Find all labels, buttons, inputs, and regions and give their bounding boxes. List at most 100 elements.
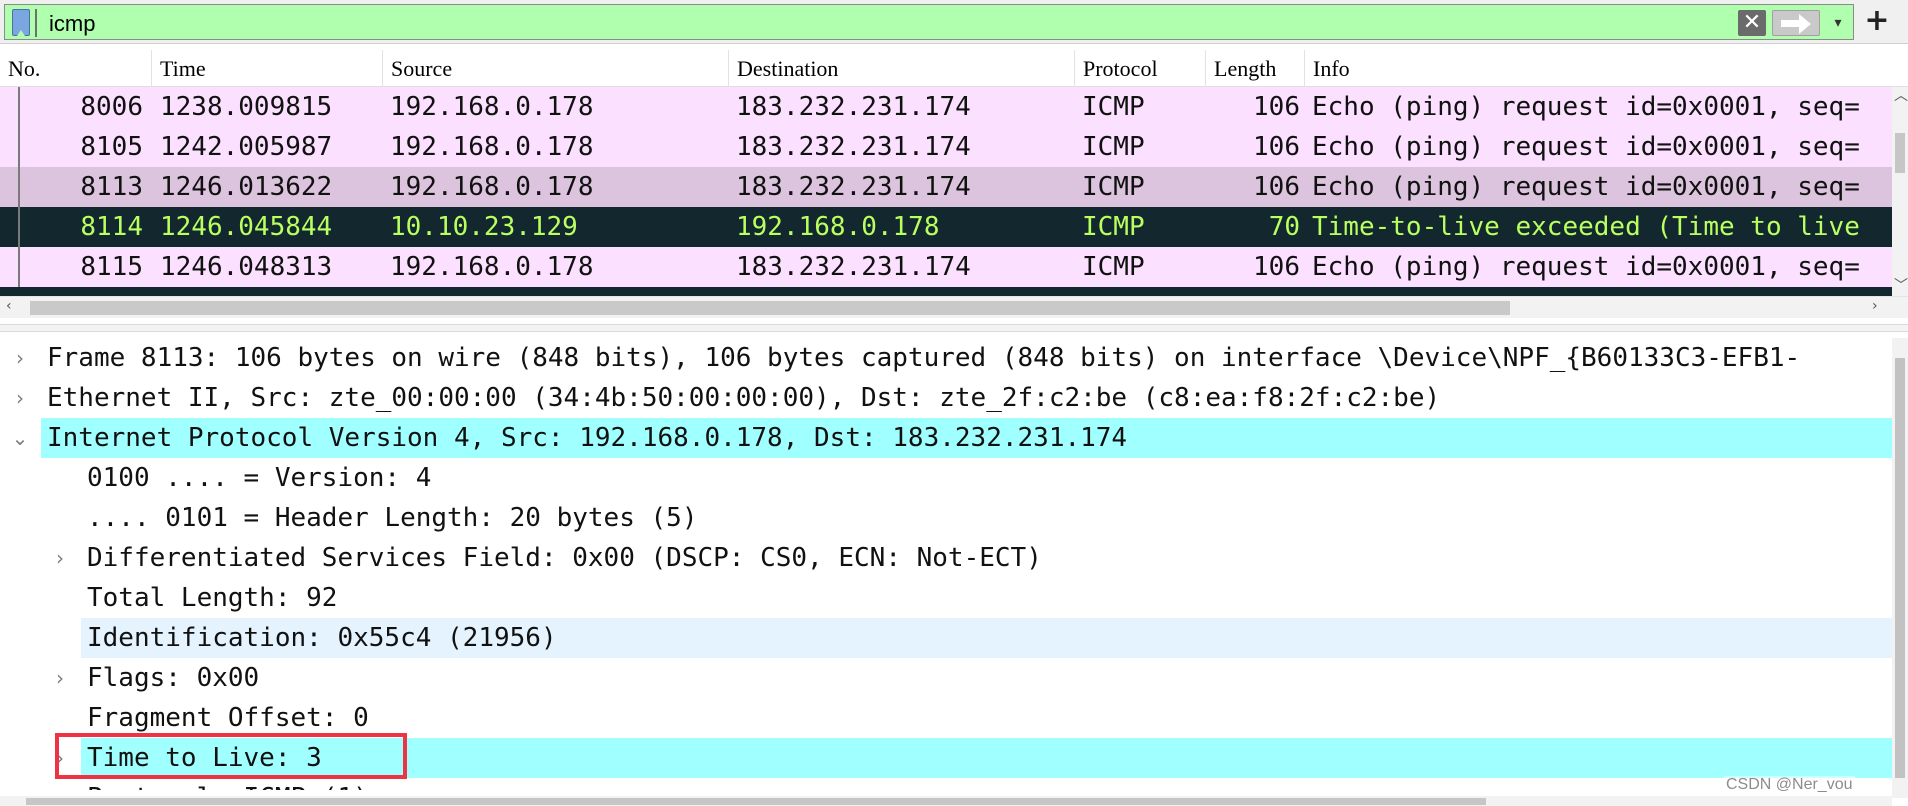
packet-row[interactable]: 8006 1238.009815 192.168.0.178 183.232.231.… [0, 87, 1892, 127]
packet-list-rows: 8006 1238.009815 192.168.0.178 183.232.231.… [0, 87, 1892, 293]
cell-no: 8114 [80, 212, 143, 242]
detail-tree-item[interactable]: Identification: 0x55c4 (21956) [0, 618, 1892, 658]
packet-row[interactable]: 8113 1246.013622 192.168.0.178 183.232.231.… [0, 167, 1892, 207]
clear-filter-icon[interactable]: ✕ [1738, 10, 1766, 36]
scroll-right-arrow-icon[interactable]: › [1872, 298, 1878, 314]
detail-text: Identification: 0x55c4 (21956) [87, 623, 557, 653]
detail-text: Total Length: 92 [87, 583, 338, 613]
filter-separator [35, 9, 37, 37]
cell-time: 1238.009815 [160, 92, 333, 122]
packet-list-horizontal-scrollbar[interactable]: ‹ › [0, 296, 1908, 318]
cell-source: 192.168.0.178 [390, 252, 594, 282]
cell-length: 106 [1253, 172, 1300, 202]
chevron-right-icon[interactable]: › [50, 538, 70, 578]
column-header-source[interactable]: Source [383, 50, 729, 87]
scroll-left-arrow-icon[interactable]: ‹ [6, 298, 12, 314]
cell-time: 1242.005987 [160, 132, 333, 162]
cell-destination: 183.232.231.174 [736, 252, 971, 282]
bookmark-icon[interactable] [12, 9, 30, 36]
scrollbar-thumb[interactable] [1895, 133, 1905, 173]
cell-destination: 192.168.0.178 [736, 212, 940, 242]
cell-length: 70 [1268, 212, 1300, 242]
packet-row[interactable]: 8115 1246.048313 192.168.0.178 183.232.231.… [0, 247, 1892, 287]
cell-length: 106 [1253, 92, 1300, 122]
watermark: CSDN @Ner_vou [1724, 776, 1855, 794]
cell-info: Echo (ping) request id=0x0001, seq= [1312, 252, 1860, 282]
cell-protocol: ICMP [1082, 252, 1145, 282]
detail-row-highlight [81, 738, 1892, 778]
packet-details-vertical-scrollbar[interactable] [1892, 338, 1908, 798]
pane-splitter[interactable] [0, 324, 1908, 332]
detail-tree-item[interactable]: .... 0101 = Header Length: 20 bytes (5) [0, 498, 1892, 538]
packet-list-vertical-scrollbar[interactable]: ︿ ﹀ [1892, 87, 1908, 296]
detail-tree-item[interactable]: 0100 .... = Version: 4 [0, 458, 1892, 498]
detail-tree-item[interactable]: Total Length: 92 [0, 578, 1892, 618]
column-header-time[interactable]: Time [152, 50, 383, 87]
display-filter-input[interactable]: icmp [49, 11, 95, 37]
detail-tree-item[interactable]: › Time to Live: 3 [0, 738, 1892, 778]
cell-source: 10.10.23.129 [390, 212, 578, 242]
detail-tree-item[interactable]: Protocol: ICMP (1) [0, 778, 1892, 790]
chevron-right-icon[interactable]: › [10, 378, 30, 418]
cell-time: 1246.048313 [160, 252, 333, 282]
scroll-down-arrow-icon[interactable]: ﹀ [1894, 275, 1908, 295]
chevron-down-icon[interactable]: ⌄ [10, 418, 30, 458]
cell-protocol: ICMP [1082, 212, 1145, 242]
cell-time: 1246.013622 [160, 172, 333, 202]
detail-tree-item[interactable]: › Ethernet II, Src: zte_00:00:00 (34:4b:5… [0, 378, 1892, 418]
cell-info: Echo (ping) request id=0x0001, seq= [1312, 92, 1860, 122]
cell-length: 106 [1253, 252, 1300, 282]
scroll-up-arrow-icon[interactable]: ︿ [1894, 85, 1908, 105]
cell-no: 8105 [80, 132, 143, 162]
cell-source: 192.168.0.178 [390, 92, 594, 122]
chevron-right-icon[interactable]: › [50, 658, 70, 698]
cell-no: 8006 [80, 92, 143, 122]
column-header-protocol[interactable]: Protocol [1075, 50, 1206, 87]
cell-time: 1246.045844 [160, 212, 333, 242]
chevron-right-icon[interactable]: › [50, 738, 70, 778]
detail-text: Flags: 0x00 [87, 663, 260, 693]
detail-text: .... 0101 = Header Length: 20 bytes (5) [87, 503, 698, 533]
add-filter-button[interactable]: + [1860, 2, 1894, 40]
packet-row[interactable]: 8105 1242.005987 192.168.0.178 183.232.231.… [0, 127, 1892, 167]
packet-details-pane: › Frame 8113: 106 bytes on wire (848 bits… [0, 338, 1892, 790]
detail-text: Internet Protocol Version 4, Src: 192.16… [47, 423, 1128, 453]
cell-destination: 183.232.231.174 [736, 172, 971, 202]
cell-length: 106 [1253, 132, 1300, 162]
detail-tree-item[interactable]: › Frame 8113: 106 bytes on wire (848 bits… [0, 338, 1892, 378]
cell-info: Echo (ping) request id=0x0001, seq= [1312, 172, 1860, 202]
cell-source: 192.168.0.178 [390, 132, 594, 162]
packet-row[interactable]: 8114 1246.045844 10.10.23.129 192.168.0.178… [0, 207, 1892, 247]
cell-source: 192.168.0.178 [390, 172, 594, 202]
cell-destination: 183.232.231.174 [736, 92, 971, 122]
apply-filter-arrow-icon[interactable] [1772, 10, 1820, 36]
scrollbar-thumb[interactable] [30, 301, 1510, 315]
column-header-info[interactable]: Info [1305, 50, 1908, 87]
detail-text: 0100 .... = Version: 4 [87, 463, 432, 493]
chevron-right-icon[interactable]: › [10, 338, 30, 378]
packet-details-horizontal-scrollbar[interactable] [0, 796, 1892, 806]
scrollbar-thumb[interactable] [26, 798, 1486, 805]
filter-history-dropdown-icon[interactable]: ▾ [1825, 10, 1851, 36]
cell-info: Echo (ping) request id=0x0001, seq= [1312, 132, 1860, 162]
cell-protocol: ICMP [1082, 132, 1145, 162]
detail-text: Frame 8113: 106 bytes on wire (848 bits)… [47, 343, 1801, 373]
detail-text: Protocol: ICMP (1) [87, 778, 369, 790]
column-header-destination[interactable]: Destination [729, 50, 1075, 87]
display-filter-field[interactable]: icmp ✕ ▾ [4, 4, 1854, 40]
detail-tree-item[interactable]: ⌄ Internet Protocol Version 4, Src: 192.1… [0, 418, 1892, 458]
detail-text: Fragment Offset: 0 [87, 703, 369, 733]
cell-no: 8113 [80, 172, 143, 202]
cell-protocol: ICMP [1082, 92, 1145, 122]
column-header-no[interactable]: No. [0, 50, 152, 87]
detail-text: Ethernet II, Src: zte_00:00:00 (34:4b:50… [47, 383, 1441, 413]
cell-destination: 183.232.231.174 [736, 132, 971, 162]
detail-tree-item[interactable]: › Differentiated Services Field: 0x00 (DS… [0, 538, 1892, 578]
detail-tree-item[interactable]: Fragment Offset: 0 [0, 698, 1892, 738]
display-filter-toolbar: icmp ✕ ▾ + [0, 0, 1908, 44]
detail-tree-item[interactable]: › Flags: 0x00 [0, 658, 1892, 698]
scrollbar-thumb[interactable] [1895, 358, 1905, 778]
column-header-length[interactable]: Length [1206, 50, 1305, 87]
cell-info: Time-to-live exceeded (Time to live [1312, 212, 1860, 242]
cell-no: 8115 [80, 252, 143, 282]
